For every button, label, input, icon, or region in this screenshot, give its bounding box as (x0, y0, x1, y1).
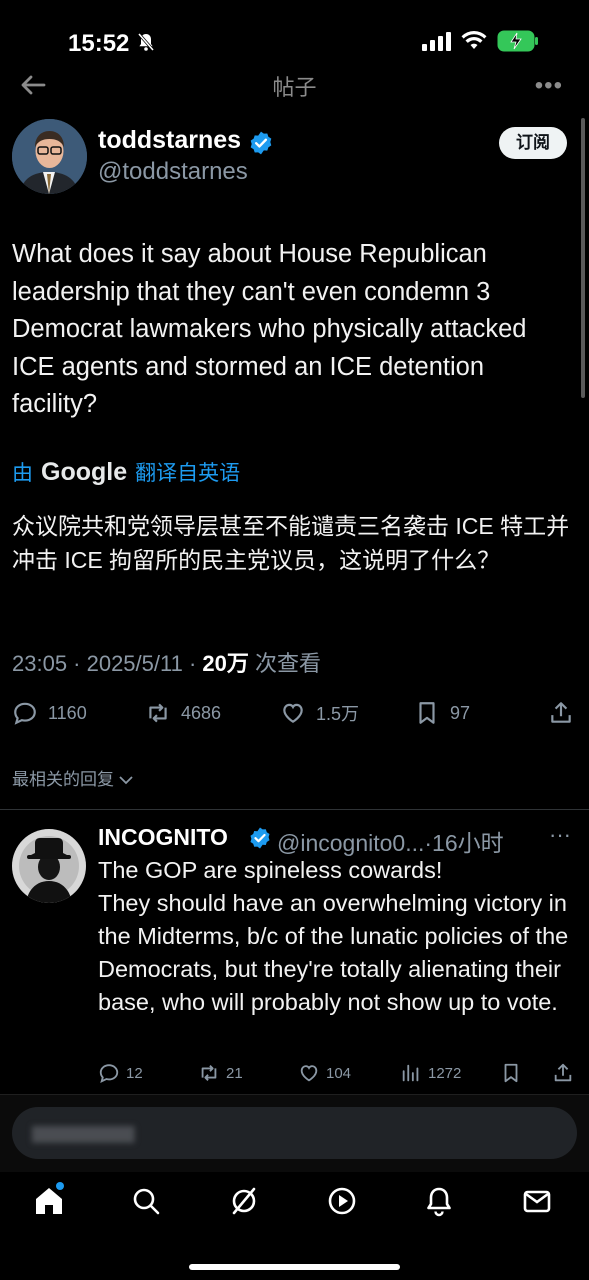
page-title: 帖子 (272, 75, 317, 100)
post-text: What does it say about House Republican … (12, 240, 527, 418)
mail-icon (523, 1190, 551, 1213)
reply-share-button[interactable] (552, 1062, 574, 1084)
reply-count: 1160 (48, 702, 87, 723)
reply-sort-label: 最相关的回复 (12, 770, 114, 789)
heart-icon (300, 1065, 318, 1082)
like-count: 1.5万 (316, 704, 360, 724)
translate-prefix: 由 (12, 462, 33, 485)
bell-icon (427, 1187, 451, 1217)
post-meta: 23:05 · 2025/5/11 · 20万 次查看 (12, 646, 321, 678)
grok-icon (232, 1187, 256, 1215)
bookmark-button[interactable]: 97 (414, 700, 470, 726)
reply-author-name[interactable]: INCOGNITO (98, 824, 228, 851)
reply-time: ·16小时 (424, 830, 504, 856)
share-icon (554, 1063, 572, 1082)
bell-off-icon (137, 33, 155, 51)
reply-repost-count: 21 (226, 1064, 243, 1082)
signal-icon (422, 31, 451, 51)
tab-notifications[interactable] (422, 1184, 456, 1218)
heart-icon (283, 703, 303, 723)
divider (0, 809, 589, 810)
search-icon (133, 1188, 160, 1215)
top-nav: 帖子 ••• (0, 62, 589, 110)
repost-icon (149, 703, 167, 723)
notification-dot (56, 1182, 64, 1190)
reply-sort-dropdown[interactable]: 最相关的回复 (12, 765, 133, 790)
tab-video[interactable] (325, 1184, 359, 1218)
reply-handle-text: @incognito0... (277, 830, 425, 856)
reply-input[interactable]: ▆▆▆▆▆▆▆ (12, 1107, 577, 1159)
repost-button[interactable]: 4686 (145, 700, 221, 726)
analytics-icon (402, 1064, 419, 1082)
post-action-bar: 1160 4686 1.5万 97 (0, 700, 589, 732)
views-count: 20万 (202, 651, 249, 676)
reply-action-bar: 12 21 104 1272 (0, 1062, 589, 1088)
author-handle[interactable]: @toddstarnes (98, 158, 248, 186)
battery-icon (497, 30, 538, 52)
play-icon (328, 1187, 356, 1215)
reply-author-handle[interactable]: @incognito0...·16小时 (277, 824, 504, 858)
share-button[interactable] (548, 700, 574, 726)
status-time: 15:52 (68, 30, 130, 57)
views-label: 次查看 (248, 651, 322, 676)
status-bar: 15:52 (0, 0, 589, 62)
verified-badge-icon (250, 827, 270, 849)
author-avatar[interactable] (12, 119, 87, 194)
translation-attribution[interactable]: 由 Google 翻译自英语 (12, 457, 240, 487)
translate-suffix: 翻译自英语 (135, 462, 241, 485)
verified-badge-icon (250, 131, 272, 155)
subscribe-button[interactable]: 订阅 (499, 127, 567, 159)
reply-button[interactable]: 1160 (12, 700, 87, 726)
reply-views-button[interactable]: 1272 (400, 1062, 461, 1084)
repost-count: 4686 (181, 702, 222, 723)
reply-avatar[interactable] (12, 829, 86, 903)
tab-messages[interactable] (520, 1184, 554, 1218)
chevron-down-icon (119, 776, 133, 785)
google-logo: Google (41, 458, 128, 486)
reply-repost-button[interactable]: 21 (198, 1062, 243, 1084)
tab-search[interactable] (129, 1184, 163, 1218)
share-icon (551, 702, 571, 723)
reply-bookmark-button[interactable] (500, 1062, 522, 1084)
reply-views-count: 1272 (428, 1064, 462, 1082)
bottom-tab-bar (0, 1172, 589, 1280)
bookmark-icon (504, 1063, 518, 1083)
reply-icon (14, 702, 36, 725)
reply-more-icon[interactable]: ··· (549, 822, 571, 848)
tab-grok[interactable] (227, 1184, 261, 1218)
reply-like-button[interactable]: 104 (298, 1062, 351, 1084)
author-name[interactable]: toddstarnes (98, 126, 241, 155)
translated-text: 众议院共和党领导层甚至不能谴责三名袭击 ICE 特工并冲击 ICE 拘留所的民主… (12, 513, 570, 573)
reply-reply-button[interactable]: 12 (98, 1062, 143, 1084)
more-options-icon[interactable]: ••• (535, 72, 563, 100)
repost-icon (201, 1065, 217, 1081)
bookmark-count: 97 (450, 702, 471, 723)
reply-composer-bar: ▆▆▆▆▆▆▆ (0, 1094, 589, 1172)
home-indicator (189, 1264, 400, 1270)
reply-input-placeholder-blurred: ▆▆▆▆▆▆▆ (32, 1122, 135, 1143)
like-button[interactable]: 1.5万 (280, 700, 359, 726)
reply-icon (99, 1064, 119, 1083)
post-timestamp: 23:05 · 2025/5/11 · (12, 651, 203, 676)
scrollbar[interactable] (581, 118, 585, 398)
bookmark-icon (419, 702, 435, 724)
reply-text: The GOP are spineless cowards! They shou… (98, 857, 569, 1015)
wifi-icon (461, 31, 487, 49)
reply-reply-count: 12 (126, 1064, 143, 1082)
reply-like-count: 104 (326, 1064, 352, 1082)
